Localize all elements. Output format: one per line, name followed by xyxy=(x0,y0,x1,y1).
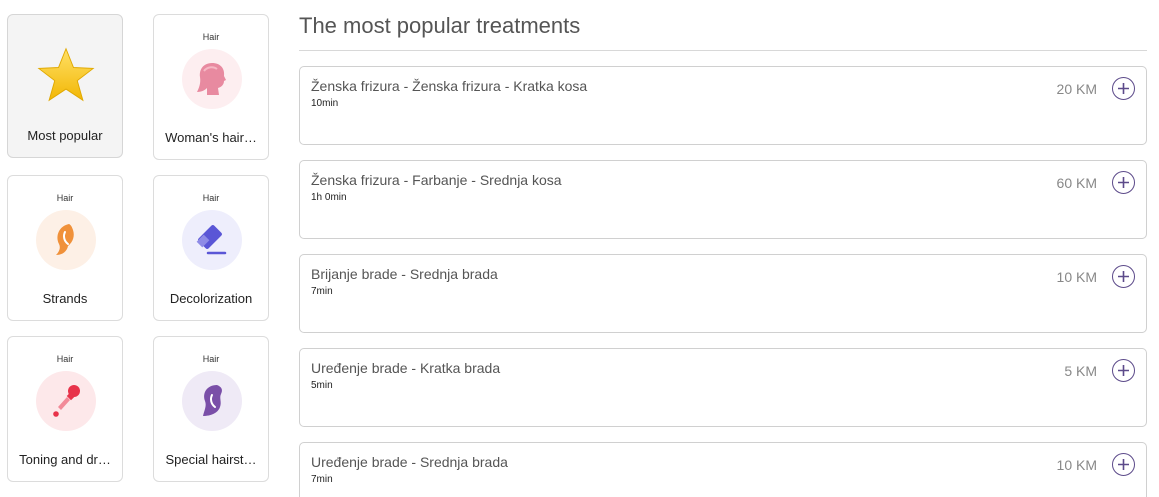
dropper-icon xyxy=(36,371,96,431)
category-womans-hair[interactable]: Hair Woman's hair… xyxy=(153,14,269,160)
treatment-duration: 5min xyxy=(311,380,333,391)
category-label: Decolorization xyxy=(169,291,253,306)
category-label: Most popular xyxy=(27,128,103,143)
category-label: Strands xyxy=(42,291,88,306)
category-tag: Hair xyxy=(202,193,220,203)
add-treatment-button[interactable] xyxy=(1112,77,1135,100)
category-strands[interactable]: Hair Strands xyxy=(7,175,123,321)
treatment-duration: 10min xyxy=(311,98,339,109)
treatment-card[interactable]: Ženska frizura - Farbanje - Srednja kosa… xyxy=(299,160,1147,239)
category-special-hairstyles[interactable]: Hair Special hairst… xyxy=(153,336,269,482)
woman-head-icon xyxy=(182,49,242,109)
treatment-price: 60 KM xyxy=(1056,175,1097,191)
category-decolorization[interactable]: Hair Decolorization xyxy=(153,175,269,321)
hairstyle-icon xyxy=(182,371,242,431)
plus-icon xyxy=(1118,365,1129,376)
add-treatment-button[interactable] xyxy=(1112,265,1135,288)
treatment-name: Ženska frizura - Farbanje - Srednja kosa xyxy=(311,172,562,188)
add-treatment-button[interactable] xyxy=(1112,171,1135,194)
treatment-card[interactable]: Uređenje brade - Srednja brada 7min 10 K… xyxy=(299,442,1147,497)
add-treatment-button[interactable] xyxy=(1112,359,1135,382)
category-label: Woman's hair… xyxy=(165,130,257,145)
treatment-duration: 7min xyxy=(311,474,333,485)
category-label: Toning and dr… xyxy=(19,452,111,467)
category-tag: Hair xyxy=(56,193,74,203)
eraser-icon xyxy=(182,210,242,270)
plus-icon xyxy=(1118,177,1129,188)
treatment-price: 5 KM xyxy=(1064,363,1097,379)
category-most-popular[interactable]: Most popular xyxy=(7,14,123,158)
treatment-price: 10 KM xyxy=(1056,269,1097,285)
title-divider xyxy=(299,50,1147,51)
plus-icon xyxy=(1118,83,1129,94)
category-tag: Hair xyxy=(202,32,220,42)
category-label: Special hairst… xyxy=(165,452,257,467)
plus-icon xyxy=(1118,271,1129,282)
treatment-price: 20 KM xyxy=(1056,81,1097,97)
treatment-card[interactable]: Brijanje brade - Srednja brada 7min 10 K… xyxy=(299,254,1147,333)
category-toning[interactable]: Hair Toning and dr… xyxy=(7,336,123,482)
treatment-price: 10 KM xyxy=(1056,457,1097,473)
treatment-name: Uređenje brade - Srednja brada xyxy=(311,454,508,470)
add-treatment-button[interactable] xyxy=(1112,453,1135,476)
treatment-card[interactable]: Uređenje brade - Kratka brada 5min 5 KM xyxy=(299,348,1147,427)
treatment-name: Brijanje brade - Srednja brada xyxy=(311,266,498,282)
hair-strand-icon xyxy=(36,210,96,270)
star-icon xyxy=(36,45,96,105)
section-title: The most popular treatments xyxy=(299,13,581,38)
treatment-card[interactable]: Ženska frizura - Ženska frizura - Kratka… xyxy=(299,66,1147,145)
category-tag: Hair xyxy=(202,354,220,364)
category-tag: Hair xyxy=(56,354,74,364)
treatment-name: Ženska frizura - Ženska frizura - Kratka… xyxy=(311,78,588,94)
treatment-duration: 7min xyxy=(311,286,333,297)
treatment-duration: 1h 0min xyxy=(311,192,347,203)
plus-icon xyxy=(1118,459,1129,470)
treatment-name: Uređenje brade - Kratka brada xyxy=(311,360,501,376)
